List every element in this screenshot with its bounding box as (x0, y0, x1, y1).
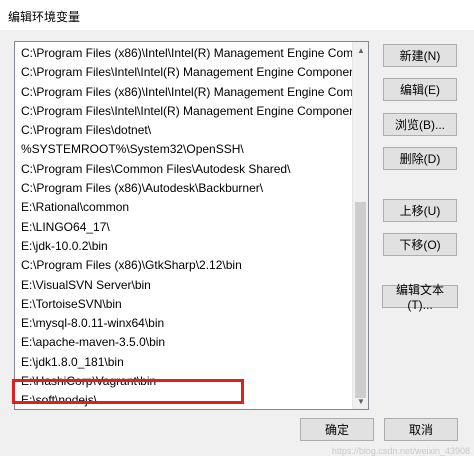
edit-text-button[interactable]: 编辑文本(T)... (382, 283, 458, 312)
path-list-item[interactable]: E:\jdk1.8.0_181\bin (15, 353, 353, 372)
vertical-scrollbar[interactable]: ▲ ▼ (352, 42, 368, 409)
new-button[interactable]: 新建(N) (383, 44, 457, 67)
path-list-item[interactable]: C:\Program Files (x86)\Autodesk\Backburn… (15, 179, 353, 198)
path-list[interactable]: C:\Program Files (x86)\Intel\Intel(R) Ma… (14, 41, 369, 410)
scroll-down-arrow-icon[interactable]: ▼ (353, 393, 368, 409)
path-list-item[interactable]: C:\Program Files (x86)\GtkSharp\2.12\bin (15, 256, 353, 275)
path-list-item[interactable]: C:\Program Files\Intel\Intel(R) Manageme… (15, 63, 353, 82)
scrollbar-thumb[interactable] (355, 202, 366, 398)
path-list-item[interactable]: E:\TortoiseSVN\bin (15, 295, 353, 314)
path-list-item[interactable]: E:\LINGO64_17\ (15, 218, 353, 237)
path-list-item[interactable]: E:\Rational\common (15, 198, 353, 217)
path-list-item[interactable]: E:\HashiCorp\Vagrant\bin (15, 372, 353, 391)
move-up-button[interactable]: 上移(U) (383, 199, 457, 222)
delete-button[interactable]: 删除(D) (383, 147, 457, 170)
path-list-item[interactable]: C:\Program Files (x86)\Intel\Intel(R) Ma… (15, 44, 353, 63)
path-list-item[interactable]: C:\Program Files\Common Files\Autodesk S… (15, 160, 353, 179)
path-list-item[interactable]: C:\Program Files (x86)\Intel\Intel(R) Ma… (15, 83, 353, 102)
path-list-item[interactable]: E:\soft\nodejs\ (15, 391, 353, 409)
path-list-item[interactable]: E:\apache-maven-3.5.0\bin (15, 333, 353, 352)
path-list-item[interactable]: %SYSTEMROOT%\System32\OpenSSH\ (15, 140, 353, 159)
watermark-text: https://blog.csdn.net/weixin_43908 (331, 446, 470, 456)
cancel-button[interactable]: 取消 (384, 418, 458, 441)
path-list-items: C:\Program Files (x86)\Intel\Intel(R) Ma… (15, 44, 353, 409)
path-list-item[interactable]: E:\VisualSVN Server\bin (15, 276, 353, 295)
path-list-item[interactable]: E:\mysql-8.0.11-winx64\bin (15, 314, 353, 333)
move-down-button[interactable]: 下移(O) (383, 233, 457, 256)
edit-button[interactable]: 编辑(E) (383, 78, 457, 101)
path-list-item[interactable]: C:\Program Files\Intel\Intel(R) Manageme… (15, 102, 353, 121)
path-list-item[interactable]: C:\Program Files\dotnet\ (15, 121, 353, 140)
path-list-item[interactable]: E:\jdk-10.0.2\bin (15, 237, 353, 256)
scroll-up-arrow-icon[interactable]: ▲ (353, 42, 368, 58)
ok-button[interactable]: 确定 (300, 418, 374, 441)
title-bar: 编辑环境变量 (0, 0, 474, 30)
window-title: 编辑环境变量 (8, 10, 81, 24)
browse-button[interactable]: 浏览(B)... (383, 113, 457, 136)
